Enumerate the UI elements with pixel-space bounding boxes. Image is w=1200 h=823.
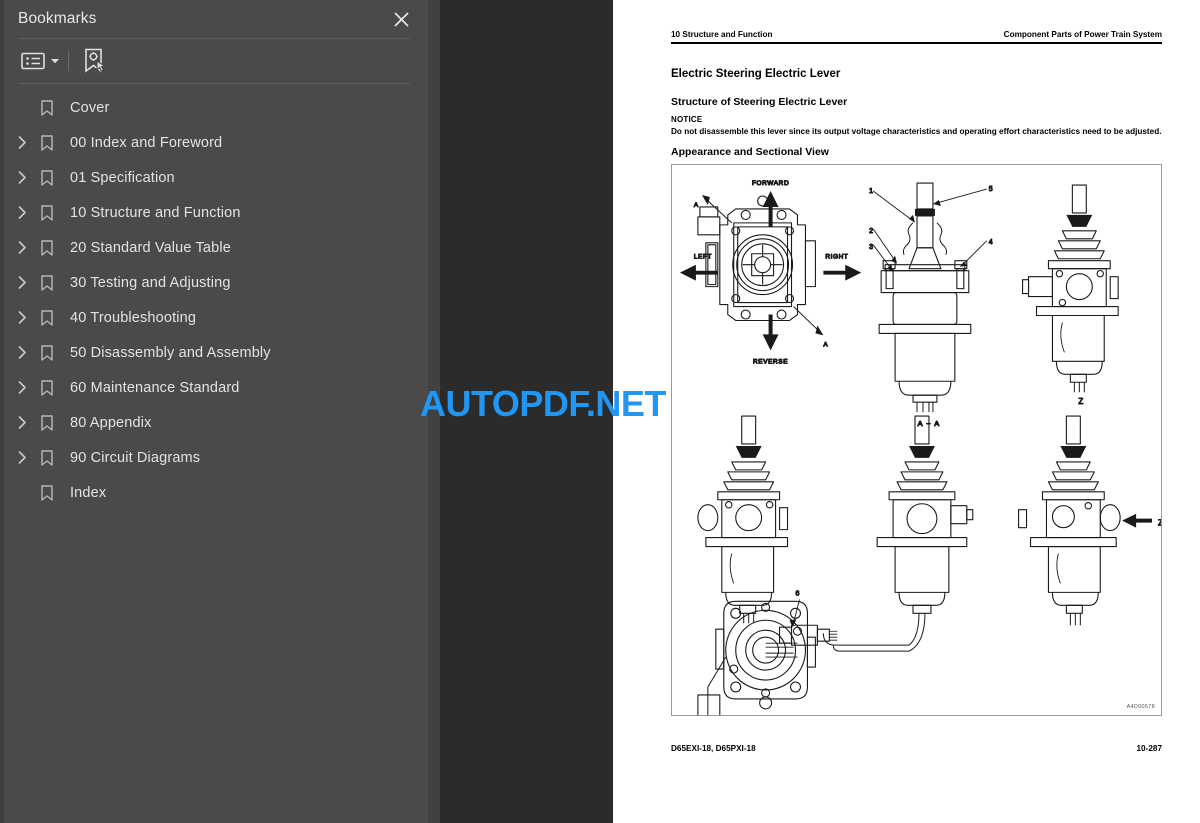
bookmark-item[interactable]: 00 Index and Foreword — [0, 125, 428, 160]
figure-heading: Appearance and Sectional View — [671, 145, 829, 158]
bookmark-label: 20 Standard Value Table — [70, 239, 231, 256]
chevron-down-icon[interactable] — [48, 47, 62, 75]
bookmark-flag-icon — [34, 201, 60, 225]
bookmark-flag-icon — [34, 411, 60, 435]
callout-1: 1 — [869, 188, 873, 195]
footer-page-number: 10-287 — [1136, 743, 1163, 753]
bookmark-label: Index — [70, 484, 107, 501]
expand-chevron-icon[interactable] — [10, 376, 34, 400]
label-right: RIGHT — [825, 253, 848, 260]
bookmark-label: 10 Structure and Function — [70, 204, 241, 221]
bookmark-item[interactable]: 90 Circuit Diagrams — [0, 440, 428, 475]
footer-model-text: D65EXI-18, D65PXI-18 — [671, 743, 756, 753]
expand-chevron-icon[interactable] — [10, 166, 34, 190]
bookmark-item[interactable]: 01 Specification — [0, 160, 428, 195]
bookmark-flag-icon — [34, 481, 60, 505]
bookmark-flag-icon — [34, 446, 60, 470]
callout-6: 6 — [795, 590, 799, 597]
section-heading: Structure of Steering Electric Lever — [671, 95, 848, 108]
bookmark-flag-icon — [34, 341, 60, 365]
expand-chevron-icon[interactable] — [10, 341, 34, 365]
bookmark-label: 90 Circuit Diagrams — [70, 449, 201, 466]
figure-reference: A4D00578 — [1126, 703, 1155, 710]
bookmark-label: 00 Index and Foreword — [70, 134, 223, 151]
bookmark-label: 60 Maintenance Standard — [70, 379, 240, 396]
bookmark-item[interactable]: 20 Standard Value Table — [0, 230, 428, 265]
notice-body: Do not disassemble this lever since its … — [671, 126, 1162, 136]
document-viewer: 10 Structure and Function Component Part… — [428, 0, 1200, 823]
callout-5: 5 — [989, 186, 993, 193]
bookmark-item[interactable]: 30 Testing and Adjusting — [0, 265, 428, 300]
section-marker-a1: A — [694, 202, 699, 209]
bookmarks-toolbar — [0, 39, 428, 83]
bookmark-label: 01 Specification — [70, 169, 175, 186]
label-forward: FORWARD — [752, 180, 789, 187]
expand-chevron-icon[interactable] — [10, 131, 34, 155]
view-label-z-top: Z — [1078, 397, 1083, 406]
bookmarks-sidebar: Bookmarks Cover 00 Index and Foreword 01… — [0, 0, 428, 823]
section-marker-a2: A — [823, 341, 828, 348]
bookmark-item[interactable]: Cover — [0, 90, 428, 125]
expand-chevron-icon[interactable] — [10, 201, 34, 225]
callout-4: 4 — [989, 238, 993, 245]
notice-label: NOTICE — [671, 114, 703, 124]
find-bookmark-icon[interactable] — [79, 46, 109, 76]
header-left-text: 10 Structure and Function — [671, 30, 773, 39]
page-title: Electric Steering Electric Lever — [671, 67, 841, 80]
page-running-header: 10 Structure and Function Component Part… — [671, 30, 1162, 42]
bookmark-label: 40 Troubleshooting — [70, 309, 197, 326]
bookmark-flag-icon — [34, 306, 60, 330]
bookmark-flag-icon — [34, 166, 60, 190]
bookmark-tree: Cover 00 Index and Foreword 01 Specificati… — [0, 84, 428, 510]
list-options-icon[interactable] — [18, 47, 48, 75]
bookmark-item[interactable]: 60 Maintenance Standard — [0, 370, 428, 405]
bookmark-flag-icon — [34, 131, 60, 155]
expand-chevron-icon[interactable] — [10, 271, 34, 295]
bookmark-label: 80 Appendix — [70, 414, 152, 431]
expand-chevron-icon[interactable] — [10, 306, 34, 330]
viewer-left-strip — [428, 0, 440, 823]
bookmark-flag-icon — [34, 96, 60, 120]
header-right-text: Component Parts of Power Train System — [1003, 30, 1162, 39]
pdf-viewer-app: Bookmarks Cover 00 Index and Foreword 01… — [0, 0, 1200, 823]
bookmark-item[interactable]: 10 Structure and Function — [0, 195, 428, 230]
bookmark-item[interactable]: 50 Disassembly and Assembly — [0, 335, 428, 370]
bookmark-label: 30 Testing and Adjusting — [70, 274, 231, 291]
technical-drawing: FORWARD REVERSE LEFT RIGHT A A 1 2 3 4 5… — [679, 179, 1161, 715]
header-rule — [671, 42, 1162, 44]
callout-3: 3 — [869, 243, 873, 250]
page-footer: D65EXI-18, D65PXI-18 10-287 — [671, 744, 1162, 753]
pdf-page: 10 Structure and Function Component Part… — [613, 0, 1200, 823]
expand-chevron-icon[interactable] — [10, 446, 34, 470]
bookmark-item[interactable]: 40 Troubleshooting — [0, 300, 428, 335]
bookmark-flag-icon — [34, 271, 60, 295]
callout-2: 2 — [869, 228, 873, 235]
bookmark-item[interactable]: Index — [0, 475, 428, 510]
figure-box: FORWARD REVERSE LEFT RIGHT A A 1 2 3 4 5… — [671, 163, 1162, 716]
sidebar-header: Bookmarks — [0, 0, 428, 38]
label-left: LEFT — [694, 253, 712, 260]
label-reverse: REVERSE — [753, 358, 788, 365]
bookmark-label: Cover — [70, 99, 110, 116]
panel-title: Bookmarks — [18, 10, 97, 27]
close-icon[interactable] — [388, 6, 414, 32]
bookmark-label: 50 Disassembly and Assembly — [70, 344, 271, 361]
bookmark-flag-icon — [34, 376, 60, 400]
view-label-z-bottom: Z — [1158, 518, 1161, 527]
bookmark-flag-icon — [34, 236, 60, 260]
toolbar-separator — [68, 51, 69, 71]
bookmark-item[interactable]: 80 Appendix — [0, 405, 428, 440]
expand-chevron-icon[interactable] — [10, 411, 34, 435]
expand-chevron-icon[interactable] — [10, 236, 34, 260]
